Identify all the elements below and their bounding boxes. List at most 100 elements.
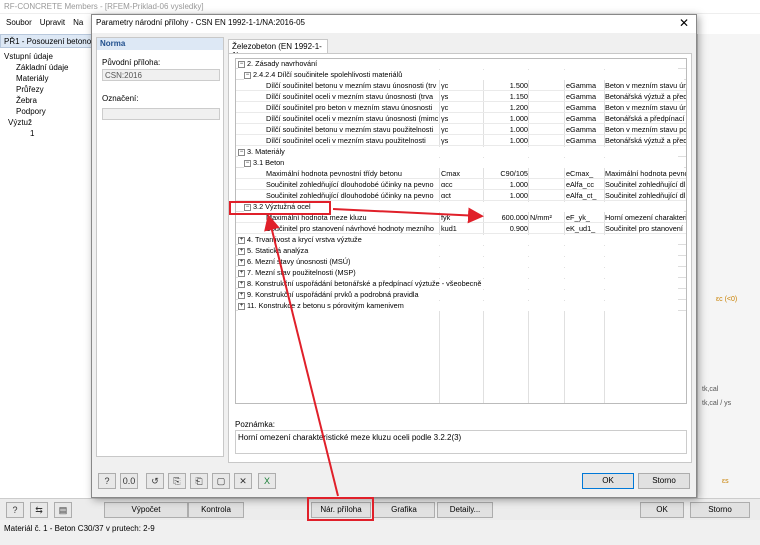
copy-icon[interactable]: ⎘ bbox=[168, 473, 186, 489]
grid-parameter-row[interactable]: Dílčí součinitel betonu v mezním stavu ú… bbox=[236, 81, 686, 91]
nav-basic-data[interactable]: Základní údaje bbox=[16, 63, 68, 72]
grid-group-row[interactable]: −3. Materiály bbox=[236, 147, 686, 157]
grid-parameter-row[interactable]: Součinitel zohledňující dlouhodobé účink… bbox=[236, 180, 686, 190]
cell-val[interactable]: 1.000 bbox=[483, 180, 528, 190]
original-annex-field[interactable]: CSN:2016 bbox=[102, 69, 220, 81]
dialog-ok-button[interactable]: OK bbox=[582, 473, 634, 489]
stress-ratio-label: tk,cal / ys bbox=[702, 400, 732, 407]
cell-code: eAlfa_ct_ bbox=[566, 191, 597, 200]
highlight-national-annex-button bbox=[307, 497, 374, 521]
collapse-icon[interactable]: − bbox=[244, 71, 251, 79]
navigator-header[interactable]: PŘ1 - Posouzení betonový bbox=[0, 34, 95, 48]
nav-materials[interactable]: Materiály bbox=[16, 74, 48, 83]
cell-unit: N/mm² bbox=[530, 213, 552, 222]
grid-group-row[interactable]: +8. Konstrukční uspořádání betonářské a … bbox=[236, 279, 686, 289]
nav-cross-sections[interactable]: Průřezy bbox=[16, 85, 44, 94]
grid-parameter-row[interactable]: Dílčí součinitel oceli v mezním stavu ún… bbox=[236, 92, 686, 102]
help-icon[interactable]: ? bbox=[98, 473, 116, 489]
cell-text: Maximální hodnota pevnostní třídy betonu bbox=[266, 169, 402, 178]
nav-ribs[interactable]: Žebra bbox=[16, 96, 37, 105]
standard-header: Norma bbox=[97, 38, 223, 50]
main-cancel-button[interactable]: Storno bbox=[690, 502, 750, 518]
grid-parameter-row[interactable]: Maximální hodnota pevnostní třídy betonu… bbox=[236, 169, 686, 179]
details-button[interactable]: Detaily... bbox=[437, 502, 493, 518]
cell-unit bbox=[530, 92, 564, 102]
expand-icon[interactable]: + bbox=[238, 302, 245, 310]
main-ok-button[interactable]: OK bbox=[640, 502, 684, 518]
cell-val[interactable]: 1.150 bbox=[483, 92, 528, 102]
settings-icon[interactable]: ▤ bbox=[54, 502, 72, 518]
calculation-button[interactable]: Výpočet bbox=[104, 502, 188, 518]
cell-sym: γs bbox=[441, 114, 449, 123]
expand-icon[interactable]: + bbox=[238, 247, 245, 255]
app-title: RF-CONCRETE Members - [RFEM-Priklad-06 v… bbox=[4, 2, 204, 11]
check-button[interactable]: Kontrola bbox=[188, 502, 244, 518]
tab-reinforced-concrete[interactable]: Železobeton (EN 1992-1-1) bbox=[228, 39, 328, 60]
delete-icon[interactable]: ✕ bbox=[234, 473, 252, 489]
expand-icon[interactable]: + bbox=[238, 236, 245, 244]
nav-input-data[interactable]: Vstupní údaje bbox=[4, 52, 53, 61]
nav-reinforcement[interactable]: Výztuž bbox=[8, 118, 32, 127]
cell-sym: αcc bbox=[441, 180, 453, 189]
grid-parameter-row[interactable]: Součinitel pro stanovení návrhové hodnot… bbox=[236, 224, 686, 234]
help-icon[interactable]: ? bbox=[6, 502, 24, 518]
bottom-toolbar: ? ⇆ ▤ Výpočet Kontrola Nár. příloha Graf… bbox=[0, 498, 760, 520]
cell-val[interactable]: 1.000 bbox=[483, 191, 528, 201]
cell-unit bbox=[530, 114, 564, 124]
cell-desc: Součinitel pro stanovení bbox=[605, 224, 683, 233]
grid-parameter-row[interactable]: Dílčí součinitel oceli v mezním stavu po… bbox=[236, 136, 686, 146]
nav-reinforcement-1[interactable]: 1 bbox=[30, 129, 34, 138]
cell-val[interactable]: 1.000 bbox=[483, 136, 528, 146]
grid-group-row[interactable]: +7. Mezní stav použitelnosti (MSP) bbox=[236, 268, 686, 278]
grid-group-row[interactable]: +6. Mezní stavy únosnosti (MSÚ) bbox=[236, 257, 686, 267]
group-label: 5. Statická analýza bbox=[247, 246, 309, 255]
collapse-icon[interactable]: − bbox=[238, 60, 245, 68]
new-icon[interactable]: ▢ bbox=[212, 473, 230, 489]
grid-group-row[interactable]: −2. Zásady navrhování bbox=[236, 59, 686, 69]
excel-icon[interactable]: X bbox=[258, 473, 276, 489]
dialog-title: Parametry národní přílohy - CSN EN 1992-… bbox=[96, 18, 305, 27]
import-icon[interactable]: ⇆ bbox=[30, 502, 48, 518]
cell-val[interactable]: C90/105 bbox=[483, 169, 528, 179]
cell-code: eCmax_ bbox=[566, 169, 594, 178]
designation-field[interactable] bbox=[102, 108, 220, 120]
grid-parameter-row[interactable]: Součinitel zohledňující dlouhodobé účink… bbox=[236, 191, 686, 201]
cell-val[interactable]: 1.000 bbox=[483, 125, 528, 135]
cell-val[interactable]: 0.900 bbox=[483, 224, 528, 234]
grid-group-row[interactable]: +5. Statická analýza bbox=[236, 246, 686, 256]
grid-parameter-row[interactable]: Dílčí součinitel oceli v mezním stavu ún… bbox=[236, 114, 686, 124]
menu-file[interactable]: Soubor bbox=[6, 18, 32, 28]
grid-group-row[interactable]: +11. Konstrukce z betonu s pórovitým kam… bbox=[236, 301, 686, 311]
grid-group-row[interactable]: +4. Trvanlivost a krycí vrstva výztuže bbox=[236, 235, 686, 245]
collapse-icon[interactable]: − bbox=[238, 148, 245, 156]
nav-supports[interactable]: Podpory bbox=[16, 107, 46, 116]
dialog-cancel-button[interactable]: Storno bbox=[638, 473, 690, 489]
grid-group-row[interactable]: −3.1 Beton bbox=[236, 158, 686, 168]
cell-sym: γs bbox=[441, 136, 449, 145]
cell-desc: Součinitel zohledňující dl bbox=[605, 180, 686, 189]
graphics-button[interactable]: Grafika bbox=[373, 502, 435, 518]
menu-edit[interactable]: Upravit bbox=[40, 18, 65, 28]
grid-group-row[interactable]: +9. Konstrukční uspořádání prvků a podro… bbox=[236, 290, 686, 300]
expand-icon[interactable]: + bbox=[238, 269, 245, 277]
grid-parameter-row[interactable]: Dílčí součinitel pro beton v mezním stav… bbox=[236, 103, 686, 113]
cell-val[interactable]: 600.000 bbox=[483, 213, 528, 223]
group-label: 3.1 Beton bbox=[253, 158, 285, 167]
cell-code: eGamma bbox=[566, 103, 597, 112]
cell-val[interactable]: 1.000 bbox=[483, 114, 528, 124]
paste-icon[interactable]: ⎗ bbox=[190, 473, 208, 489]
cell-val[interactable]: 1.500 bbox=[483, 81, 528, 91]
collapse-icon[interactable]: − bbox=[244, 159, 251, 167]
expand-icon[interactable]: + bbox=[238, 258, 245, 266]
expand-icon[interactable]: + bbox=[238, 291, 245, 299]
units-icon[interactable]: 0.0 bbox=[120, 473, 138, 489]
cell-unit bbox=[530, 136, 564, 146]
close-icon[interactable]: ✕ bbox=[676, 16, 692, 30]
cell-val[interactable]: 1.200 bbox=[483, 103, 528, 113]
cell-desc: Maximální hodnota pevno bbox=[605, 169, 686, 178]
expand-icon[interactable]: + bbox=[238, 280, 245, 288]
grid-parameter-row[interactable]: Dílčí součinitel betonu v mezním stavu p… bbox=[236, 125, 686, 135]
grid-group-row[interactable]: −2.4.2.4 Dílčí součinitele spolehlivosti… bbox=[236, 70, 686, 80]
menu-settings[interactable]: Na bbox=[73, 18, 83, 28]
reset-icon[interactable]: ↺ bbox=[146, 473, 164, 489]
